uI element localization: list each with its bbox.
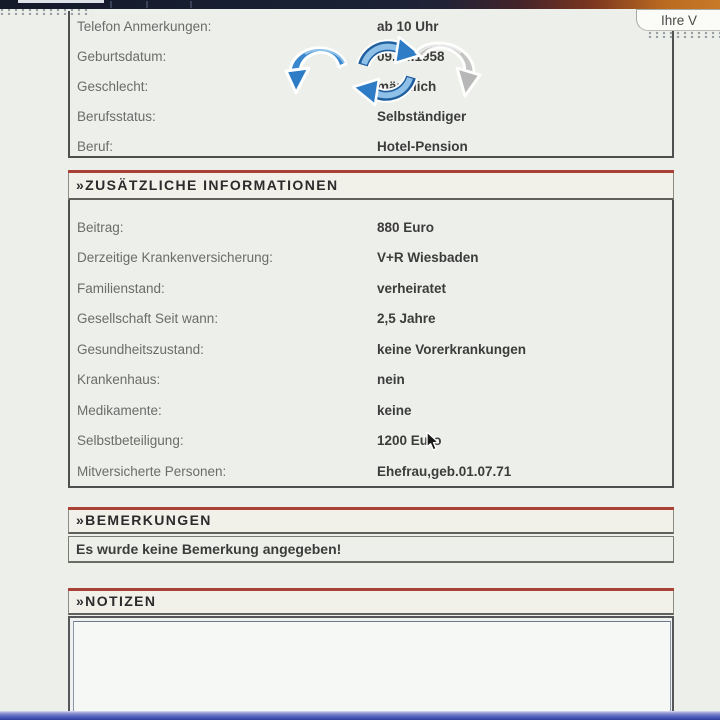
- topbar-divider: [146, 1, 148, 8]
- info-row: Beruf: Hotel-Pension: [70, 133, 672, 159]
- info-row: Mitversicherte Personen: Ehefrau,geb.01.…: [70, 456, 672, 487]
- row-label: Familienstand:: [77, 280, 165, 296]
- row-value: nein: [377, 372, 405, 388]
- row-label: Mitversicherte Personen:: [77, 463, 227, 479]
- notizen-textarea[interactable]: [73, 621, 671, 720]
- info-row: Gesellschaft Seit wann: 2,5 Jahre: [70, 304, 672, 335]
- row-value: keine: [377, 402, 412, 418]
- row-label: Selbstbeteiligung:: [77, 433, 184, 449]
- row-label: Gesellschaft Seit wann:: [77, 311, 219, 327]
- row-label: Telefon Anmerkungen:: [77, 18, 212, 34]
- topbar-divider: [190, 1, 192, 8]
- bottom-blue-bar: [0, 711, 720, 720]
- mouse-cursor: [426, 431, 441, 457]
- row-label: Geschlecht:: [77, 78, 149, 94]
- notizen-box: [68, 616, 674, 720]
- top-video-strip: [0, 0, 720, 9]
- row-label: Berufsstatus:: [77, 108, 156, 124]
- row-value: V+R Wiesbaden: [377, 250, 479, 266]
- topbar-highlight: [18, 0, 104, 3]
- topbar-divider: [110, 1, 112, 8]
- row-value: Hotel-Pension: [377, 138, 468, 154]
- row-value: 2,5 Jahre: [377, 311, 436, 327]
- row-label: Beitrag:: [77, 219, 124, 235]
- row-label: Gesundheitszustand:: [77, 341, 204, 357]
- row-value: verheiratet: [377, 280, 447, 296]
- row-label: Geburtsdatum:: [77, 48, 167, 64]
- perforated-edge: [0, 8, 92, 15]
- info-row: Familienstand: verheiratet: [70, 273, 672, 304]
- section-title: »ZUSÄTZLICHE INFORMATIONEN: [68, 173, 674, 200]
- row-value: Ehefrau,geb.01.07.71: [377, 463, 512, 479]
- section-title: »BEMERKUNGEN: [68, 510, 674, 534]
- row-label: Krankenhaus:: [77, 372, 161, 388]
- info-row: Krankenhaus: nein: [70, 365, 672, 396]
- tab-ihre-v[interactable]: Ihre V: [636, 9, 720, 31]
- section-title: »NOTIZEN: [68, 591, 674, 615]
- row-value: 880 Euro: [377, 219, 435, 235]
- row-label: Derzeitige Krankenversicherung:: [77, 250, 273, 266]
- forward-arrow-icon: [412, 38, 482, 111]
- info-row: Medikamente: keine: [70, 395, 672, 426]
- undo-arrow-icon: [284, 42, 350, 107]
- row-value: keine Vorerkrankungen: [377, 341, 527, 357]
- row-label: Beruf:: [77, 138, 114, 154]
- info-row: Selbstbeteiligung: 1200 Euro: [70, 426, 672, 457]
- section-body: Beitrag: 880 Euro Derzeitige Krankenvers…: [68, 200, 674, 488]
- row-label: Medikamente:: [77, 402, 162, 418]
- bemerkung-message: Es wurde keine Bemerkung angegeben!: [68, 536, 674, 563]
- perforated-edge: [648, 31, 720, 38]
- info-row: Gesundheitszustand: keine Vorerkrankunge…: [70, 334, 672, 365]
- row-value: ab 10 Uhr: [377, 18, 439, 34]
- info-row: Derzeitige Krankenversicherung: V+R Wies…: [70, 243, 672, 274]
- lead-detail-page: Ihre V Telefon Anmerkungen: ab 10 Uhr Ge…: [0, 0, 720, 720]
- tab-label: Ihre V: [661, 13, 698, 28]
- info-row: Beitrag: 880 Euro: [70, 212, 672, 243]
